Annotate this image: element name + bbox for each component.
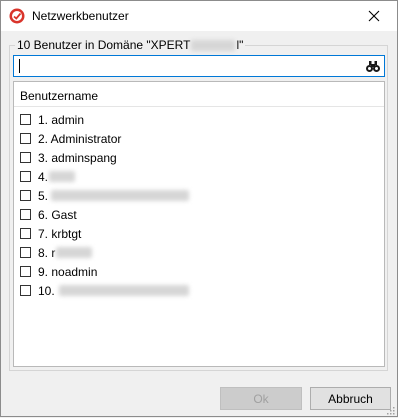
binoculars-icon[interactable] <box>365 59 381 73</box>
checkbox[interactable] <box>20 133 31 144</box>
checkbox[interactable] <box>20 114 31 125</box>
close-button[interactable] <box>351 1 397 31</box>
item-label: 7. krbtgt <box>38 226 82 241</box>
item-label: 5. <box>38 188 49 203</box>
item-label: 8. r <box>38 245 56 260</box>
item-label: 3. adminspang <box>38 150 117 165</box>
redacted-name <box>51 190 190 201</box>
group-caption-suffix: l" <box>236 38 244 52</box>
list-item[interactable]: 4. <box>20 167 76 186</box>
header-divider <box>14 106 384 107</box>
checkbox[interactable] <box>20 209 31 220</box>
group-caption: 10 Benutzer in Domäne "XPERT l" <box>15 38 246 52</box>
checkbox[interactable] <box>20 247 31 258</box>
list-item[interactable]: 9. noadmin <box>20 262 97 281</box>
list-item[interactable]: 1. admin <box>20 110 84 129</box>
cancel-button[interactable]: Abbruch <box>310 387 391 410</box>
ok-button[interactable]: Ok <box>220 387 302 410</box>
checkbox[interactable] <box>20 228 31 239</box>
redacted-name <box>58 285 189 296</box>
checkbox[interactable] <box>20 285 31 296</box>
group-caption-prefix: 10 Benutzer in Domäne "XPERT <box>17 38 191 52</box>
checkbox[interactable] <box>20 152 31 163</box>
close-icon <box>368 10 380 22</box>
checkbox[interactable] <box>20 190 31 201</box>
user-list[interactable]: Benutzername 1. admin 2. Administrator 3… <box>13 81 385 367</box>
app-logo-icon <box>9 8 25 24</box>
text-caret <box>19 59 20 73</box>
list-item[interactable]: 8. r <box>20 243 93 262</box>
item-label: 6. Gast <box>38 207 77 222</box>
list-item[interactable]: 5. <box>20 186 190 205</box>
list-item[interactable]: 10. <box>20 281 189 300</box>
resize-grip-icon[interactable] <box>385 404 395 415</box>
redacted-domain <box>191 39 236 51</box>
column-header-username[interactable]: Benutzername <box>20 89 98 103</box>
item-label: 2. Administrator <box>38 131 122 146</box>
redacted-name <box>49 171 76 182</box>
checkbox[interactable] <box>20 171 31 182</box>
item-label: 10. <box>38 283 55 298</box>
checkbox[interactable] <box>20 266 31 277</box>
list-item[interactable]: 2. Administrator <box>20 129 121 148</box>
item-label: 4. <box>38 169 49 184</box>
title-bar[interactable]: Netzwerkbenutzer <box>1 1 397 31</box>
list-item[interactable]: 3. adminspang <box>20 148 117 167</box>
item-label: 1. admin <box>38 112 85 127</box>
search-input[interactable] <box>13 55 385 77</box>
redacted-name <box>56 247 93 258</box>
dialog-window: Netzwerkbenutzer 10 Benutzer in Domäne "… <box>0 0 398 417</box>
list-item[interactable]: 6. Gast <box>20 205 77 224</box>
item-label: 9. noadmin <box>38 264 98 279</box>
list-item[interactable]: 7. krbtgt <box>20 224 81 243</box>
window-title: Netzwerkbenutzer <box>32 9 129 23</box>
